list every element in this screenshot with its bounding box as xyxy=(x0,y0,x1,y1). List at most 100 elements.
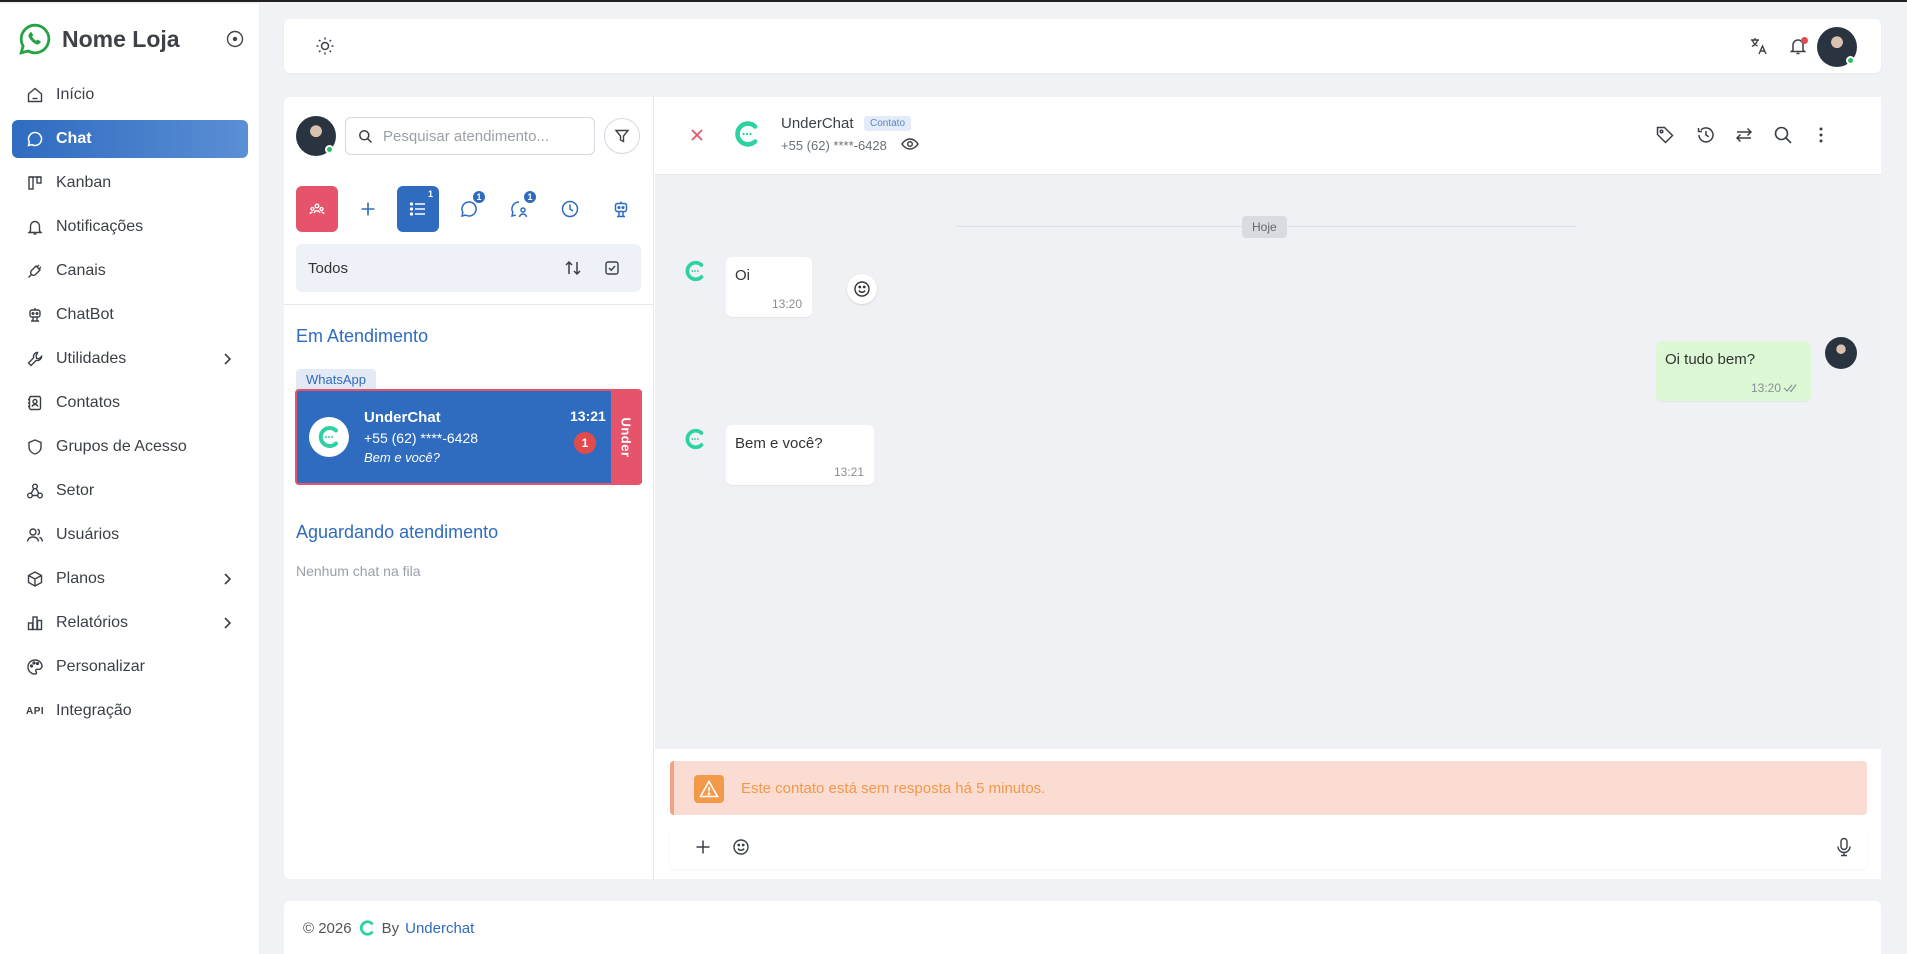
more-vertical-icon[interactable] xyxy=(1811,125,1831,145)
footer-link[interactable]: Underchat xyxy=(405,920,474,937)
chevron-right-icon xyxy=(222,352,232,366)
smiley-icon xyxy=(853,280,871,298)
queue-tag: Under xyxy=(611,391,642,483)
sidebar-item-personalizar[interactable]: Personalizar xyxy=(12,648,248,686)
sort-icon[interactable] xyxy=(564,260,582,276)
sidebar-nav: Início Chat Kanban Notificações Canais C… xyxy=(12,76,248,736)
message-composer[interactable] xyxy=(670,825,1867,869)
sidebar-item-usuarios[interactable]: Usuários xyxy=(12,516,248,554)
filter-button[interactable] xyxy=(604,118,640,154)
sidebar-item-label: Usuários xyxy=(56,526,120,543)
kanban-icon xyxy=(26,174,44,192)
sidebar-item-label: Personalizar xyxy=(56,658,145,675)
online-status-dot xyxy=(325,145,334,154)
filter-label[interactable]: Todos xyxy=(308,260,348,277)
chat-bubble-icon xyxy=(26,130,44,148)
tab-open-chats[interactable]: 1 xyxy=(448,186,490,232)
shield-icon xyxy=(26,438,44,456)
robot-icon xyxy=(611,199,631,219)
sidebar-collapse-icon[interactable] xyxy=(226,30,244,48)
tab-badge: 1 xyxy=(472,190,486,204)
sidebar-item-label: Contatos xyxy=(56,394,121,411)
contact-tag-badge: Contato xyxy=(864,116,912,131)
tab-chatbot[interactable] xyxy=(600,186,642,232)
sidebar-item-chat[interactable]: Chat xyxy=(12,120,248,158)
sidebar-item-integracao[interactable]: API Integração xyxy=(12,692,248,730)
tab-new-ticket[interactable] xyxy=(347,186,389,232)
brand[interactable]: Nome Loja xyxy=(18,22,180,56)
underchat-logo-icon xyxy=(358,919,376,937)
tab-badge: 1 xyxy=(523,190,537,204)
clock-icon xyxy=(560,199,580,219)
warning-text: Este contato está sem resposta há 5 minu… xyxy=(741,780,1046,797)
conversation-header: UnderChat Contato +55 (62) ****-6428 xyxy=(655,97,1881,175)
top-bar xyxy=(284,19,1881,73)
tab-badge: 1 xyxy=(427,189,433,199)
tab-all-list[interactable]: 1 xyxy=(397,186,439,232)
emoji-icon[interactable] xyxy=(732,838,750,856)
search-input[interactable] xyxy=(383,127,573,145)
section-waiting: Aguardando atendimento xyxy=(296,522,499,542)
sidebar-item-label: ChatBot xyxy=(56,306,114,323)
tab-my-chats[interactable]: 1 xyxy=(499,186,541,232)
online-status-dot xyxy=(1846,56,1855,65)
sidebar-item-kanban[interactable]: Kanban xyxy=(12,164,248,202)
close-ticket-icon[interactable] xyxy=(689,127,705,143)
message-outgoing[interactable]: Oi tudo bem? 13:20 xyxy=(1656,341,1811,401)
sidebar-item-relatorios[interactable]: Relatórios xyxy=(12,604,248,642)
ticket-contact-name: UnderChat xyxy=(364,409,441,426)
underchat-logo-icon xyxy=(316,424,342,450)
ticket-card[interactable]: UnderChat +55 (62) ****-6428 Bem e você?… xyxy=(295,389,642,485)
empty-queue-text: Nenhum chat na fila xyxy=(296,563,421,579)
sidebar-item-canais[interactable]: Canais xyxy=(12,252,248,290)
filter-row: Todos xyxy=(296,244,641,292)
search-box xyxy=(345,117,595,155)
sidebar-item-label: Setor xyxy=(56,482,95,499)
tab-scheduled[interactable] xyxy=(549,186,591,232)
attach-plus-icon[interactable] xyxy=(694,838,712,856)
sidebar-item-notificacoes[interactable]: Notificações xyxy=(12,208,248,246)
sidebar-item-label: Grupos de Acesso xyxy=(56,438,187,455)
chat-panel: 1 1 1 Todos Em Atendimento WhatsApp xyxy=(284,97,1881,879)
eye-icon[interactable] xyxy=(901,137,919,151)
reaction-button[interactable] xyxy=(847,274,877,304)
select-all-checkbox-icon[interactable] xyxy=(604,260,620,276)
plug-icon xyxy=(26,262,44,280)
message-text: Bem e você? xyxy=(735,435,823,452)
tag-icon[interactable] xyxy=(1655,125,1675,145)
sidebar-item-contatos[interactable]: Contatos xyxy=(12,384,248,422)
tickets-column: 1 1 1 Todos Em Atendimento WhatsApp xyxy=(284,97,654,879)
contacts-icon xyxy=(26,394,44,412)
transfer-icon[interactable] xyxy=(1734,125,1754,145)
tab-groups[interactable] xyxy=(296,186,338,232)
search-icon xyxy=(358,129,373,144)
history-icon[interactable] xyxy=(1696,125,1716,145)
sidebar-item-label: Início xyxy=(56,86,95,103)
sidebar-item-label: Planos xyxy=(56,570,105,587)
sidebar: Nome Loja Início Chat Kanban Notificaçõe… xyxy=(0,4,260,954)
message-incoming[interactable]: Bem e você? 13:21 xyxy=(726,425,874,485)
warning-triangle-icon xyxy=(694,775,724,803)
sidebar-item-label: Kanban xyxy=(56,174,112,191)
sidebar-item-grupos-de-acesso[interactable]: Grupos de Acesso xyxy=(12,428,248,466)
sidebar-item-setor[interactable]: Setor xyxy=(12,472,248,510)
bell-icon xyxy=(26,218,44,236)
sidebar-item-utilidades[interactable]: Utilidades xyxy=(12,340,248,378)
theme-toggle-sun-icon[interactable] xyxy=(315,36,335,56)
message-incoming[interactable]: Oi 13:20 xyxy=(726,257,812,317)
messages-area[interactable]: Hoje Oi 13:20 Oi tudo bem? 13:20 Bem e v… xyxy=(655,175,1881,749)
whatsapp-logo-icon xyxy=(18,22,52,56)
message-time: 13:21 xyxy=(833,465,864,479)
search-icon[interactable] xyxy=(1773,125,1793,145)
sidebar-item-chatbot[interactable]: ChatBot xyxy=(12,296,248,334)
translate-icon[interactable] xyxy=(1749,36,1769,56)
microphone-icon[interactable] xyxy=(1836,837,1852,857)
contact-name[interactable]: UnderChat xyxy=(781,115,854,132)
funnel-icon xyxy=(614,128,630,144)
sidebar-item-label: Relatórios xyxy=(56,614,129,631)
sidebar-item-inicio[interactable]: Início xyxy=(12,76,248,114)
sidebar-item-planos[interactable]: Planos xyxy=(12,560,248,598)
chevron-right-icon xyxy=(222,616,232,630)
contact-phone: +55 (62) ****-6428 xyxy=(781,138,887,153)
palette-icon xyxy=(26,658,44,676)
